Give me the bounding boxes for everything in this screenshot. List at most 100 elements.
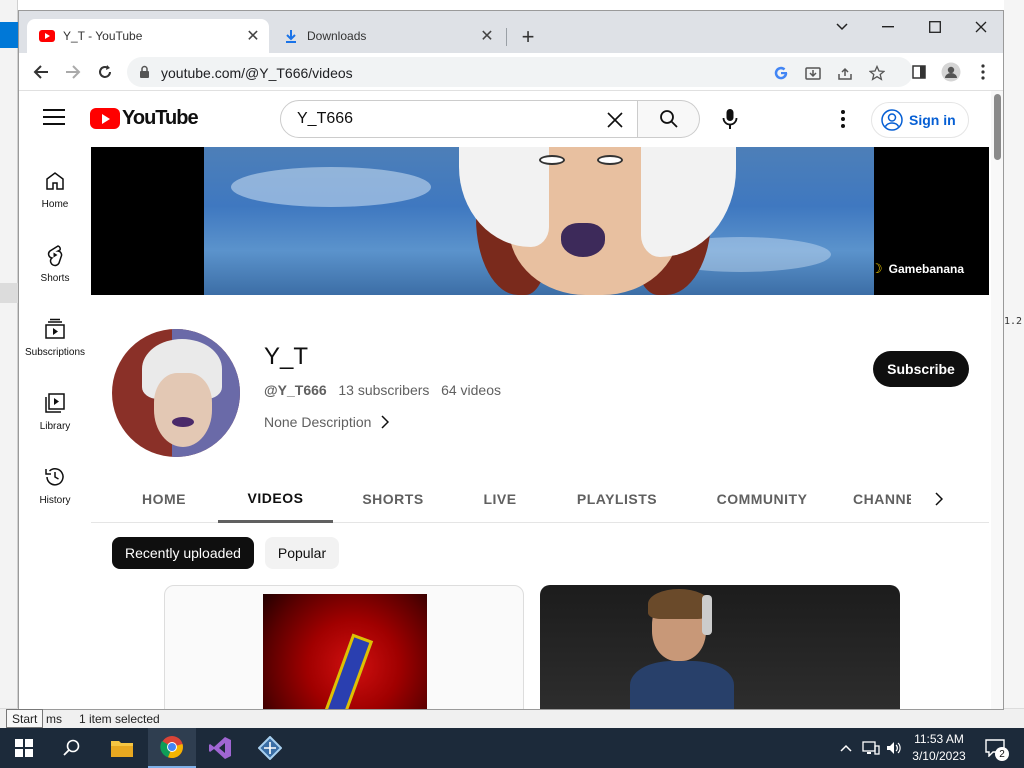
notification-count: 2 [995,747,1009,761]
youtube-play-icon [90,108,120,129]
background-row [0,283,18,303]
volume-icon[interactable] [884,728,904,768]
close-icon[interactable]: ✕ [243,26,263,46]
video-thumbnail[interactable] [164,585,524,709]
reload-button[interactable] [91,58,119,86]
channel-avatar[interactable] [112,329,240,457]
thumbnail-hair [648,589,710,619]
network-icon[interactable] [860,728,882,768]
guide-label: Home [41,199,69,210]
video-count: 64 videos [441,382,502,398]
minimize-button[interactable] [865,13,911,41]
video-thumbnail[interactable] [540,585,900,709]
share-icon[interactable] [835,63,855,83]
close-icon[interactable]: ✕ [477,26,497,46]
desktop: 1.2 ms 1 item selected Start Y_T - YouTu… [0,0,1024,768]
tab-divider [506,28,507,46]
tab-shorts[interactable]: SHORTS [353,475,433,523]
guide-sidebar: Home Shorts Subscriptions Library Histor… [19,147,91,709]
hamburger-menu-icon[interactable] [43,109,65,127]
lock-icon [139,65,150,83]
network-app-icon[interactable] [246,728,294,768]
guide-item-home[interactable]: Home [19,161,91,221]
profile-icon[interactable] [937,58,965,86]
sign-in-button[interactable]: Sign in [871,102,969,138]
guide-item-shorts[interactable]: Shorts [19,235,91,295]
notification-icon[interactable]: 2 [980,728,1010,768]
channel-handle: @Y_T666 [264,382,327,398]
guide-item-subscriptions[interactable]: Subscriptions [19,309,91,369]
chevron-right-icon[interactable] [927,487,951,511]
tab-title: Downloads [307,29,367,43]
back-button[interactable] [27,58,55,86]
watermark-text: Gamebanana [888,262,965,276]
tab-playlists[interactable]: PLAYLISTS [565,475,669,523]
tab-videos[interactable]: VIDEOS [218,475,333,523]
tab-home[interactable]: HOME [124,475,204,523]
tab-youtube[interactable]: Y_T - YouTube ✕ [27,19,269,53]
search-input[interactable]: Y_T666 [280,100,638,138]
tab-search-icon[interactable] [819,13,865,41]
youtube-logo[interactable]: YouTube [90,107,199,130]
guide-item-history[interactable]: History [19,457,91,517]
thumbnail-stripe [314,633,374,709]
clock-time: 11:53 AM [914,732,964,746]
download-icon [283,28,299,44]
background-selection [0,22,18,48]
google-icon[interactable] [771,63,791,83]
side-panel-icon[interactable] [905,58,933,86]
forward-button[interactable] [59,58,87,86]
tab-community[interactable]: COMMUNITY [703,475,821,523]
banner-eye [597,155,623,165]
masthead: YouTube Y_T666 Sign in [19,91,991,147]
channel-name: Y_T [264,343,309,370]
taskbar: 11:53 AM 3/10/2023 2 [0,728,1024,768]
chip-recently-uploaded[interactable]: Recently uploaded [112,537,254,569]
tab-live[interactable]: LIVE [465,475,535,523]
channel-description[interactable]: None Description [264,414,390,430]
guide-label: Subscriptions [24,347,86,358]
tab-channels[interactable]: CHANNELS [853,475,911,523]
install-icon[interactable] [803,63,823,83]
search-icon[interactable] [48,728,96,768]
guide-item-library[interactable]: Library [19,383,91,443]
chevron-up-icon[interactable] [836,728,856,768]
tab-downloads[interactable]: Downloads ✕ [271,19,503,53]
scrollbar-thumb[interactable] [994,94,1001,160]
windows-start-icon[interactable] [0,728,48,768]
banner-eye [539,155,565,165]
address-bar[interactable]: youtube.com/@Y_T666/videos [127,57,913,87]
thumbnail-headset [702,595,712,635]
bookmark-star-icon[interactable] [867,63,887,83]
settings-menu-icon[interactable] [831,104,855,134]
background-text-fragment: 1.2 [1004,316,1023,327]
background-window-left [0,0,18,728]
account-icon [881,109,903,131]
status-selected: 1 item selected [79,712,160,726]
background-window-right [1004,0,1024,728]
browser-window: Y_T - YouTube ✕ Downloads ✕ + youtube.co… [18,10,1004,710]
thumbnail-body [630,661,734,709]
chevron-right-icon [381,415,390,429]
thumbnail-image [263,594,427,709]
system-clock[interactable]: 11:53 AM 3/10/2023 [902,731,976,765]
explorer-status-bar: ms 1 item selected [0,708,1024,728]
new-tab-button[interactable]: + [516,24,540,49]
browser-toolbar: youtube.com/@Y_T666/videos [19,53,1003,91]
subscribe-button[interactable]: Subscribe [873,351,969,387]
close-window-button[interactable] [958,13,1003,41]
search-button[interactable] [638,100,700,138]
voice-search-icon[interactable] [715,104,745,134]
page-scrollbar[interactable] [991,91,1003,709]
subscriptions-icon [45,318,65,339]
maximize-button[interactable] [912,13,958,41]
logo-text: YouTube [122,107,199,129]
clock-date: 3/10/2023 [912,749,966,763]
banner-cloud [231,167,431,207]
chip-popular[interactable]: Popular [265,537,339,569]
browser-menu-icon[interactable] [969,58,997,86]
chrome-icon[interactable] [148,728,196,768]
visual-studio-icon[interactable] [196,728,244,768]
file-explorer-icon[interactable] [98,728,146,768]
clear-search-icon[interactable] [603,108,627,132]
